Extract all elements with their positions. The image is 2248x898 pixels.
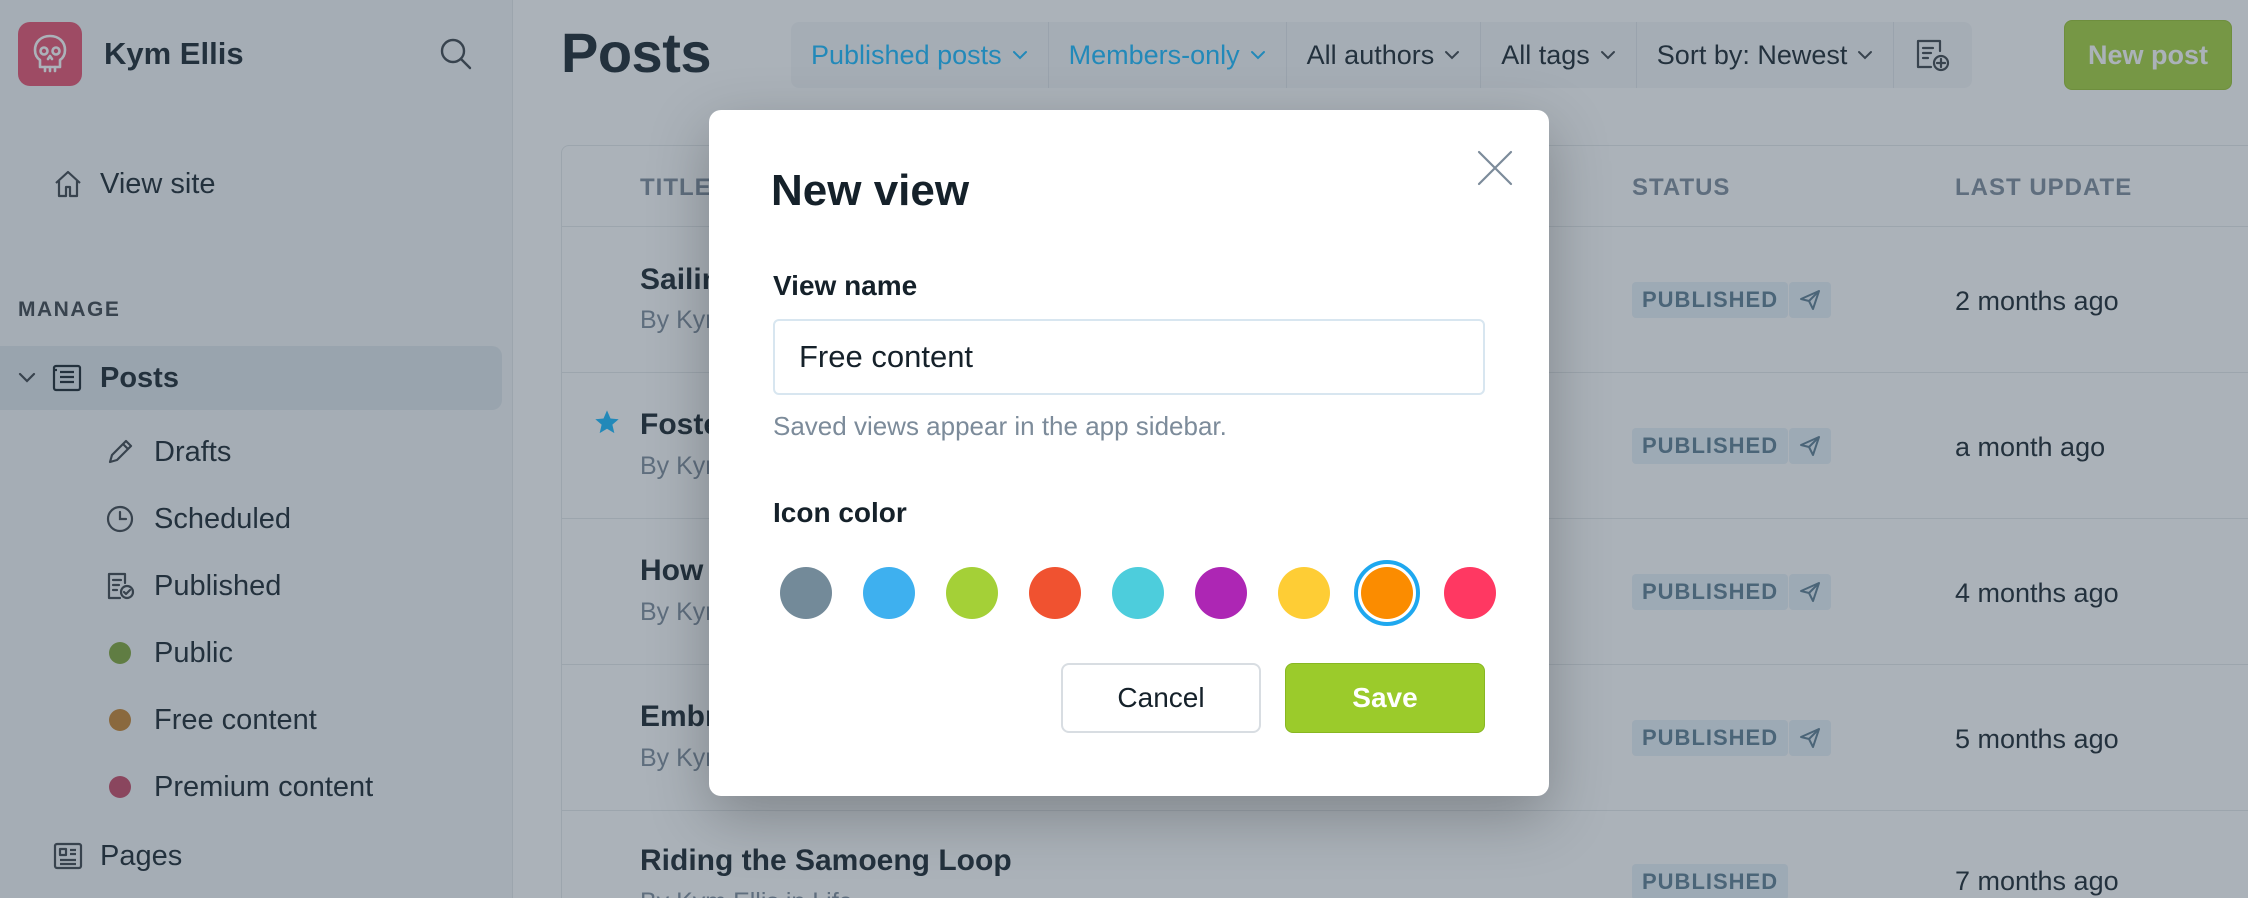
save-button[interactable]: Save (1285, 663, 1485, 733)
close-icon[interactable] (1473, 146, 1517, 190)
color-swatch-teal[interactable] (1105, 560, 1171, 626)
color-swatch-green[interactable] (939, 560, 1005, 626)
color-swatch-purple[interactable] (1188, 560, 1254, 626)
icon-color-picker (773, 560, 1496, 626)
color-swatch-yellow[interactable] (1271, 560, 1337, 626)
view-name-label: View name (773, 270, 918, 301)
icon-color-label: Icon color (773, 497, 907, 528)
modal-title: New view (771, 166, 970, 215)
new-view-modal: New view View name Saved views appear in… (709, 110, 1549, 796)
color-swatch-pink[interactable] (1437, 560, 1503, 626)
color-swatch-blue[interactable] (856, 560, 922, 626)
color-swatch-grey[interactable] (773, 560, 839, 626)
color-swatch-orange[interactable] (1354, 560, 1420, 626)
view-name-hint: Saved views appear in the app sidebar. (773, 411, 1227, 441)
view-name-input[interactable] (773, 319, 1485, 395)
color-swatch-red[interactable] (1022, 560, 1088, 626)
cancel-button[interactable]: Cancel (1061, 663, 1261, 733)
